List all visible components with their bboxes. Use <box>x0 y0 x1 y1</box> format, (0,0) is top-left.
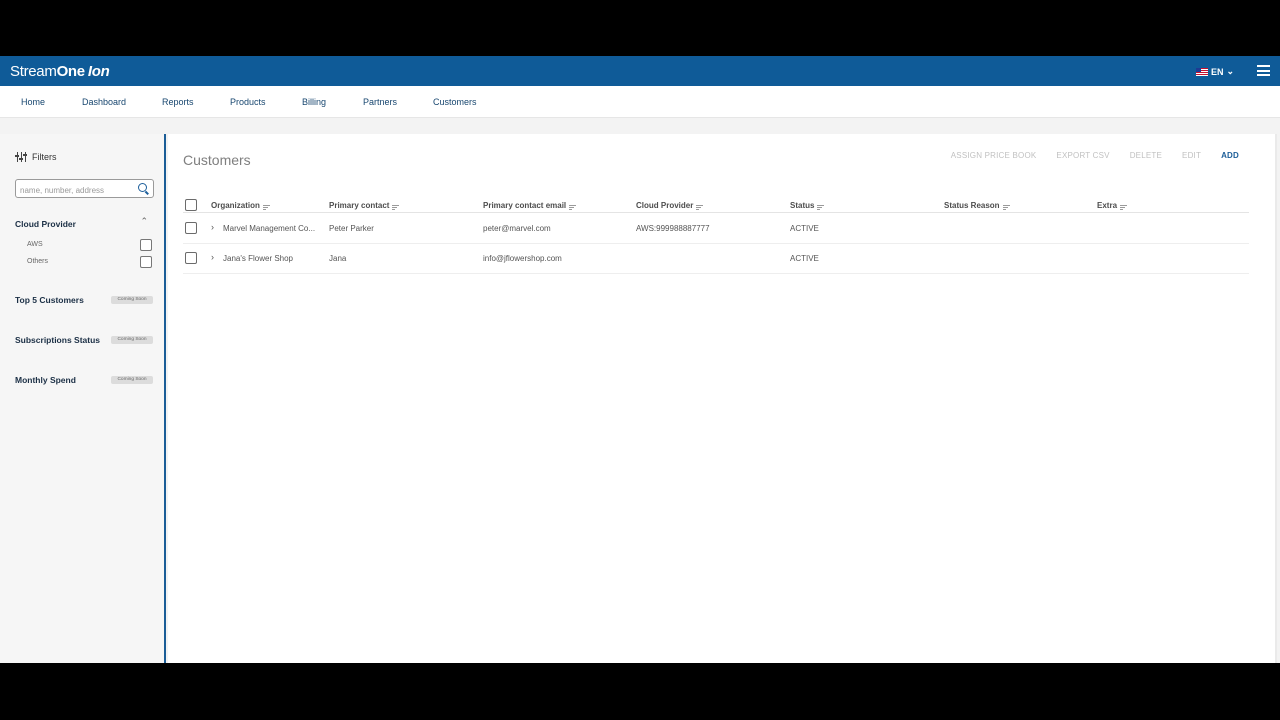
cloud-provider-title[interactable]: Cloud Provider <box>15 219 76 229</box>
coming-soon-badge: Coming Soon <box>111 336 153 344</box>
logo-part-3: Ion <box>87 63 110 80</box>
edit-button[interactable]: EDIT <box>1182 151 1201 160</box>
nav-customers[interactable]: Customers <box>433 97 477 107</box>
sort-icon[interactable] <box>696 205 704 210</box>
sort-icon[interactable] <box>817 205 825 210</box>
row-checkbox[interactable] <box>185 222 197 234</box>
export-csv-button[interactable]: EXPORT CSV <box>1056 151 1109 160</box>
us-flag-icon <box>1195 67 1208 76</box>
column-status[interactable]: Status <box>790 200 825 210</box>
nav-partners[interactable]: Partners <box>363 97 397 107</box>
sort-icon[interactable] <box>1120 205 1128 210</box>
select-all-checkbox[interactable] <box>185 199 197 211</box>
action-toolbar: ASSIGN PRICE BOOK EXPORT CSV DELETE EDIT… <box>951 151 1239 160</box>
cell-email: info@jflowershop.com <box>483 254 562 263</box>
column-status-reason[interactable]: Status Reason <box>944 200 1010 210</box>
logo-part-2: One <box>56 63 86 80</box>
sort-icon[interactable] <box>262 205 270 210</box>
logo-part-1: Stream <box>10 63 57 80</box>
aws-checkbox[interactable] <box>140 239 152 251</box>
column-primary-contact-email[interactable]: Primary contact email <box>483 200 577 210</box>
page-title: Customers <box>183 152 251 168</box>
app-window: StreamOne Ion EN ⌄ Home Dashboard Reports… <box>0 56 1280 663</box>
coming-soon-badge: Coming Soon <box>111 296 153 304</box>
filters-sidebar: Filters Cloud Provider ⌃ AWS Others Top … <box>0 134 166 663</box>
column-primary-contact[interactable]: Primary contact <box>329 200 400 210</box>
main-nav: Home Dashboard Reports Products Billing … <box>0 86 1280 118</box>
nav-products[interactable]: Products <box>230 97 266 107</box>
column-extra[interactable]: Extra <box>1097 200 1128 210</box>
filters-header: Filters <box>15 152 57 162</box>
filter-option-others: Others <box>27 258 49 265</box>
nav-billing[interactable]: Billing <box>302 97 326 107</box>
app-logo[interactable]: StreamOne Ion <box>10 63 110 80</box>
chevron-down-icon: ⌄ <box>1226 66 1234 76</box>
delete-button[interactable]: DELETE <box>1130 151 1162 160</box>
chevron-up-icon[interactable]: ⌃ <box>140 216 148 227</box>
table-row[interactable]: › Jana's Flower Shop Jana info@jflowersh… <box>183 244 1249 274</box>
sort-icon[interactable] <box>1002 205 1010 210</box>
assign-price-book-button[interactable]: ASSIGN PRICE BOOK <box>951 151 1037 160</box>
sort-icon[interactable] <box>569 205 577 210</box>
cell-cloud-provider: AWS:999988887777 <box>636 224 710 233</box>
column-cloud-provider[interactable]: Cloud Provider <box>636 200 704 210</box>
top-bar: StreamOne Ion EN ⌄ <box>0 56 1280 86</box>
monthly-spend-title: Monthly Spend <box>15 375 76 385</box>
search-input[interactable] <box>20 182 132 199</box>
page-scrollbar[interactable] <box>1275 134 1277 663</box>
cell-primary-contact: Jana <box>329 254 347 263</box>
language-label: EN <box>1210 66 1224 77</box>
others-checkbox[interactable] <box>140 256 152 268</box>
nav-home[interactable]: Home <box>21 97 45 107</box>
filter-option-aws: AWS <box>27 241 43 248</box>
nav-reports[interactable]: Reports <box>162 97 194 107</box>
chevron-right-icon[interactable]: › <box>211 252 214 262</box>
hamburger-menu-icon[interactable] <box>1257 65 1270 76</box>
add-button[interactable]: ADD <box>1221 151 1239 160</box>
filters-label: Filters <box>32 152 57 162</box>
column-organization[interactable]: Organization <box>211 200 270 210</box>
language-selector[interactable]: EN ⌄ <box>1195 66 1234 77</box>
row-checkbox[interactable] <box>185 252 197 264</box>
cell-status: ACTIVE <box>790 224 819 233</box>
chevron-right-icon[interactable]: › <box>211 222 214 232</box>
cell-status: ACTIVE <box>790 254 819 263</box>
sort-icon[interactable] <box>392 205 400 210</box>
cell-email: peter@marvel.com <box>483 224 551 233</box>
search-icon[interactable] <box>138 183 147 192</box>
cell-organization[interactable]: Marvel Management Co... <box>223 224 315 233</box>
subscriptions-status-title: Subscriptions Status <box>15 335 101 345</box>
cell-primary-contact: Peter Parker <box>329 224 374 233</box>
table-row[interactable]: › Marvel Management Co... Peter Parker p… <box>183 214 1249 244</box>
table-header: Organization Primary contact Primary con… <box>183 197 1249 213</box>
search-box[interactable] <box>15 179 154 199</box>
cell-organization[interactable]: Jana's Flower Shop <box>223 254 293 263</box>
coming-soon-badge: Coming Soon <box>111 376 153 384</box>
customers-panel: Customers ASSIGN PRICE BOOK EXPORT CSV D… <box>168 134 1275 663</box>
tune-filters-icon <box>15 152 27 162</box>
top-customers-title: Top 5 Customers <box>15 295 84 305</box>
nav-dashboard[interactable]: Dashboard <box>82 97 126 107</box>
